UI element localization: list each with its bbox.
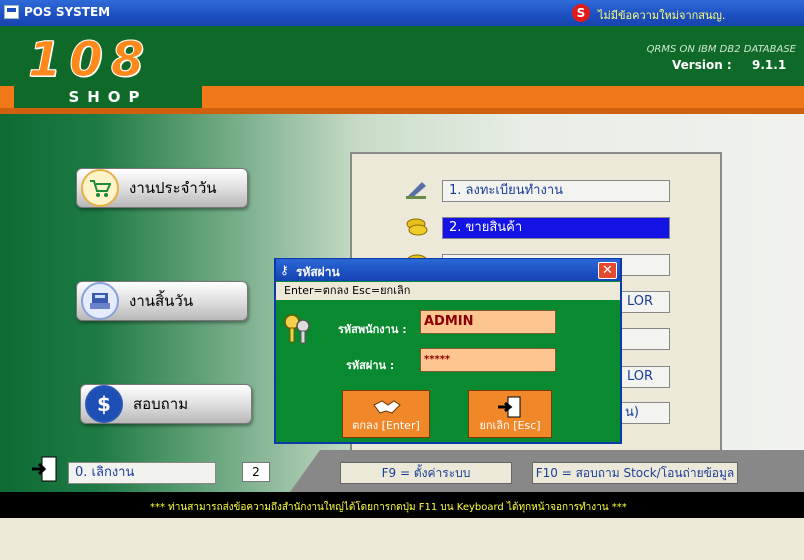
notice-text: ไม่มีข้อความใหม่จากสนญ.	[598, 9, 726, 22]
cancel-label: ยกเลิก [Esc]	[479, 419, 541, 432]
exit-door-icon	[30, 454, 60, 484]
logo-shop: SHOP	[14, 86, 202, 108]
exit-menu-item[interactable]: 0. เลิกงาน	[68, 462, 216, 484]
dialog-title: รหัสผ่าน	[296, 265, 340, 279]
f10-stock-key[interactable]: F10 = สอบถาม Stock/โอนถ่ายข้อมูล	[532, 462, 738, 484]
menu-item-sell[interactable]: 2. ขายสินค้า	[442, 217, 670, 239]
window-title: POS SYSTEM	[24, 5, 111, 19]
password-field[interactable]: *****	[420, 348, 556, 372]
app-icon	[4, 5, 19, 19]
cancel-button[interactable]: ยกเลิก [Esc]	[468, 390, 552, 438]
ok-label: ตกลง [Enter]	[352, 419, 420, 432]
dialog-close-button[interactable]: ✕	[598, 262, 617, 279]
bottom-area	[0, 518, 804, 560]
inquiry-label: สอบถาม	[133, 395, 189, 413]
keys-icon	[282, 312, 312, 346]
pen-icon	[404, 178, 430, 200]
end-of-day-label: งานสิ้นวัน	[129, 292, 194, 310]
register-icon	[81, 282, 119, 320]
dialog-help-text: Enter=ตกลง Esc=ยกเลิก	[276, 282, 620, 300]
daily-work-button[interactable]: งานประจำวัน	[76, 168, 248, 208]
counter-box: 2	[242, 462, 270, 482]
database-text: QRMS ON IBM DB2 DATABASE	[646, 44, 796, 55]
coins-icon	[404, 216, 430, 238]
version-label: Version :	[672, 58, 732, 72]
dialog-title-bar: ⚷ รหัสผ่าน	[276, 259, 620, 281]
menu-item-register[interactable]: 1. ลงทะเบียนทำงาน	[442, 180, 670, 202]
user-id-field[interactable]: ADMIN	[420, 310, 556, 334]
key-small-icon: ⚷	[280, 263, 289, 277]
end-of-day-button[interactable]: งานสิ้นวัน	[76, 281, 248, 321]
ok-button[interactable]: ตกลง [Enter]	[342, 390, 430, 438]
user-id-label: รหัสพนักงาน :	[338, 323, 407, 336]
daily-work-label: งานประจำวัน	[129, 179, 217, 197]
f9-settings-key[interactable]: F9 = ตั้งค่าระบบ	[340, 462, 512, 484]
password-label: รหัสผ่าน :	[346, 359, 395, 372]
dollar-icon: $	[85, 385, 123, 423]
logo-number: 108	[27, 32, 153, 88]
inquiry-button[interactable]: $ สอบถาม	[80, 384, 252, 424]
version-value: 9.1.1	[752, 58, 787, 72]
cart-icon	[81, 169, 119, 207]
notice-icon[interactable]: S	[572, 4, 590, 22]
status-message: *** ท่านสามารถส่งข้อความถึงสำนักงานใหญ่ไ…	[150, 502, 627, 513]
